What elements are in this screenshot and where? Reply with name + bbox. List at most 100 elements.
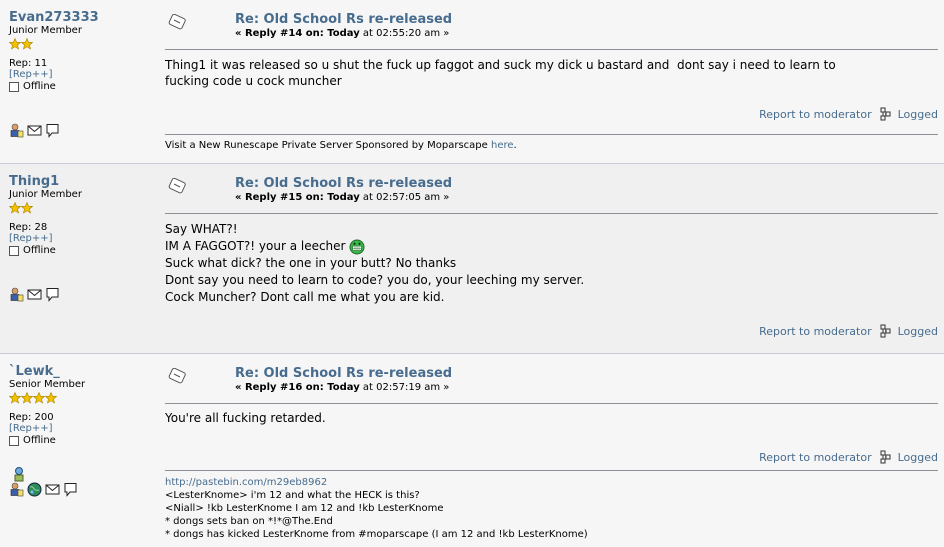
rank-stars — [9, 392, 160, 404]
status-box-icon — [9, 436, 19, 446]
rep-plus-link[interactable]: [Rep++] — [9, 423, 160, 435]
username-link[interactable]: Thing1 — [9, 174, 160, 189]
post-subject-link[interactable]: Re: Old School Rs re-released — [235, 366, 452, 381]
member-rank: Junior Member — [9, 189, 82, 200]
poster-info: `Lewk_ Senior Member Rep: 200 [Rep++] Of… — [0, 354, 160, 547]
rank-stars — [9, 38, 160, 50]
status-box-icon — [9, 82, 19, 92]
member-rank: Senior Member — [9, 379, 86, 390]
signature-divider — [165, 134, 938, 135]
post-icon — [168, 178, 186, 194]
post-14: Evan273333 Junior Member Rep: 11 [Rep++]… — [0, 0, 944, 164]
post-subject-link[interactable]: Re: Old School Rs re-released — [235, 12, 452, 27]
message-icon[interactable] — [45, 287, 60, 302]
username-link[interactable]: Evan273333 — [9, 10, 160, 25]
status-label: Offline — [23, 81, 56, 92]
pastebin-link[interactable]: http://pastebin.com/m29eb8962 — [165, 477, 327, 488]
star-icon — [9, 392, 21, 404]
post-actions: Report to moderator Logged — [759, 450, 938, 464]
post-content: Re: Old School Rs re-released « Reply #1… — [165, 164, 938, 354]
post-time: at 02:57:19 am » — [359, 382, 450, 393]
post-subject-link[interactable]: Re: Old School Rs re-released — [235, 176, 452, 191]
star-icon — [9, 38, 21, 50]
signature-text: Visit a New Runescape Private Server Spo… — [165, 140, 491, 151]
poster-info: Evan273333 Junior Member Rep: 11 [Rep++]… — [0, 0, 160, 163]
profile-icon[interactable] — [9, 123, 24, 138]
user-badge-icon — [14, 467, 24, 482]
post-time: at 02:55:20 am » — [359, 28, 450, 39]
grin-smiley-icon — [349, 239, 365, 254]
user-icons — [9, 123, 60, 138]
signature-divider — [165, 470, 938, 471]
status-label: Offline — [23, 245, 56, 256]
logged-link[interactable]: Logged — [898, 108, 938, 121]
star-icon — [33, 392, 45, 404]
logged-link[interactable]: Logged — [898, 325, 938, 338]
profile-icon[interactable] — [9, 287, 24, 302]
rep-plus-link[interactable]: [Rep++] — [9, 233, 160, 245]
post-content: Re: Old School Rs re-released « Reply #1… — [165, 354, 938, 547]
star-icon — [21, 392, 33, 404]
rep-plus-link[interactable]: [Rep++] — [9, 69, 160, 81]
star-icon — [9, 202, 21, 214]
logged-link[interactable]: Logged — [898, 451, 938, 464]
user-icons — [9, 287, 60, 302]
signature-end: . — [513, 140, 517, 151]
post-header: Re: Old School Rs re-released « Reply #1… — [165, 164, 938, 203]
post-actions: Report to moderator Logged — [759, 107, 938, 121]
post-content: Re: Old School Rs re-released « Reply #1… — [165, 0, 938, 164]
post-actions: Report to moderator Logged — [759, 324, 938, 338]
post-line-text: IM A FAGGOT?! your a leecher — [165, 239, 350, 253]
post-meta: « Reply #15 on: Today at 02:57:05 am » — [235, 192, 449, 203]
signature-line: <Niall> !kb LesterKnome I am 12 and !kb … — [165, 503, 444, 514]
post-body: Say WHAT?! IM A FAGGOT?! your a leecher … — [165, 214, 938, 306]
report-to-moderator-link[interactable]: Report to moderator — [759, 325, 872, 338]
post-line: Thing1 it was released so u shut the fuc… — [165, 58, 836, 72]
ip-logged-icon — [880, 107, 891, 121]
reply-number: « Reply #15 on: Today — [235, 192, 360, 203]
star-icon — [21, 38, 33, 50]
reply-number: « Reply #16 on: Today — [235, 382, 360, 393]
email-icon[interactable] — [45, 482, 60, 497]
reputation: Rep: 28 — [9, 222, 48, 233]
online-status: Offline — [9, 245, 160, 257]
signature-line: * dongs sets ban on *!*@The.End — [165, 516, 333, 527]
post-line: fucking code u cock muncher — [165, 74, 342, 88]
post-header: Re: Old School Rs re-released « Reply #1… — [165, 0, 938, 39]
website-globe-icon[interactable] — [27, 482, 42, 497]
report-to-moderator-link[interactable]: Report to moderator — [759, 108, 872, 121]
online-status: Offline — [9, 435, 160, 447]
post-line: Suck what dick? the one in your butt? No… — [165, 256, 457, 270]
message-icon[interactable] — [63, 482, 78, 497]
post-time: at 02:57:05 am » — [359, 192, 450, 203]
profile-icon[interactable] — [9, 482, 24, 497]
username-link[interactable]: `Lewk_ — [9, 364, 160, 379]
post-line: Dont say you need to learn to code? you … — [165, 273, 585, 287]
signature-here-link[interactable]: here — [491, 140, 514, 151]
post-15: Thing1 Junior Member Rep: 28 [Rep++] Off… — [0, 164, 944, 354]
post-16: `Lewk_ Senior Member Rep: 200 [Rep++] Of… — [0, 354, 944, 547]
member-rank: Junior Member — [9, 25, 82, 36]
message-icon[interactable] — [45, 123, 60, 138]
status-label: Offline — [23, 435, 56, 446]
ip-logged-icon — [880, 324, 891, 338]
post-line: IM A FAGGOT?! your a leecher — [165, 238, 938, 255]
rank-stars — [9, 202, 160, 214]
post-header: Re: Old School Rs re-released « Reply #1… — [165, 354, 938, 393]
post-icon — [168, 368, 186, 384]
signature-line: <LesterKnome> i'm 12 and what the HECK i… — [165, 490, 420, 501]
post-meta: « Reply #16 on: Today at 02:57:19 am » — [235, 382, 449, 393]
star-icon — [21, 202, 33, 214]
email-icon[interactable] — [27, 287, 42, 302]
post-line: You're all fucking retarded. — [165, 411, 326, 425]
post-line: Cock Muncher? Dont call me what you are … — [165, 290, 445, 304]
status-box-icon — [9, 246, 19, 256]
post-icon — [168, 14, 186, 30]
email-icon[interactable] — [27, 123, 42, 138]
poster-info: Thing1 Junior Member Rep: 28 [Rep++] Off… — [0, 164, 160, 353]
star-icon — [45, 392, 57, 404]
post-body: You're all fucking retarded. — [165, 404, 938, 427]
post-body: Thing1 it was released so u shut the fuc… — [165, 50, 938, 89]
report-to-moderator-link[interactable]: Report to moderator — [759, 451, 872, 464]
ip-logged-icon — [880, 450, 891, 464]
